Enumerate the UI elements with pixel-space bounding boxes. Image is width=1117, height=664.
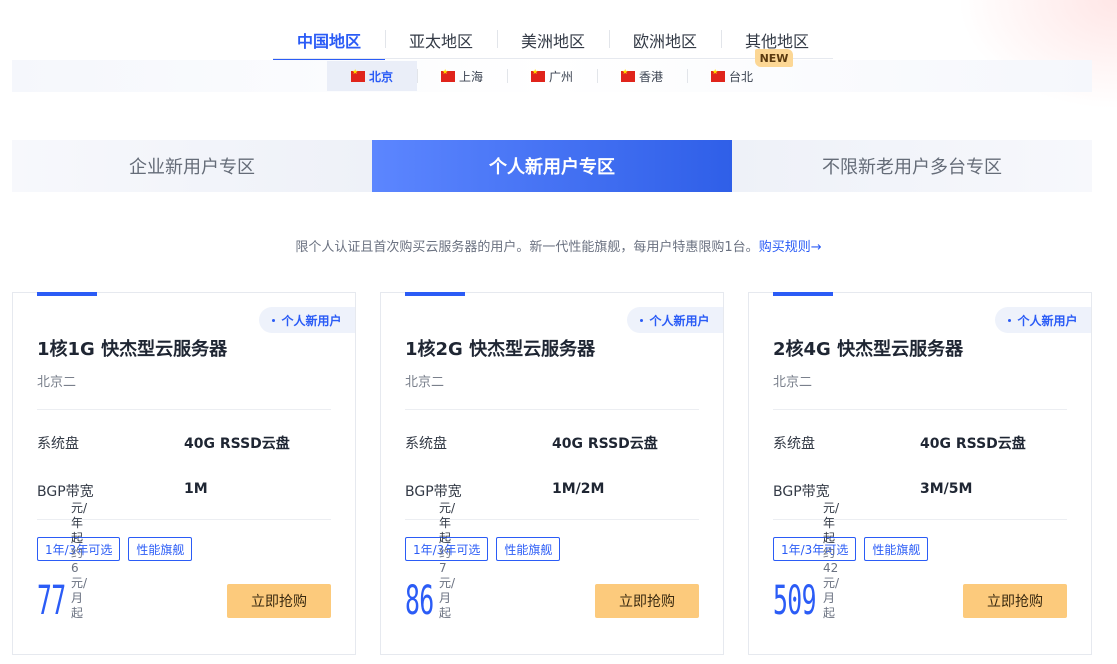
spec-value-bandwidth: 3M/5M <box>920 481 973 497</box>
spec-value-bandwidth: 1M/2M <box>552 481 605 497</box>
price-meta: 元/年起 约42元/月起 <box>823 501 842 621</box>
china-flag-icon <box>440 68 455 82</box>
buy-now-button[interactable]: 立即抢购 <box>963 584 1067 618</box>
price-unit: 元/年起 <box>71 501 88 545</box>
dot-icon <box>1008 318 1012 322</box>
price-block: 86 元/年起 约7元/月起 <box>405 501 455 624</box>
price-monthly: 约6元/月起 <box>71 546 88 620</box>
price-meta: 元/年起 约7元/月起 <box>439 501 455 621</box>
spec-label-bandwidth: BGP带宽 <box>773 484 830 500</box>
price-unit: 元/年起 <box>439 501 456 545</box>
spec-value-disk: 40G RSSD云盘 <box>552 436 658 452</box>
spec-label-disk: 系统盘 <box>773 436 815 452</box>
price-block: 509 元/年起 约42元/月起 <box>773 501 842 624</box>
card-divider <box>37 409 331 410</box>
region-tab-americas[interactable]: 美洲地区 <box>497 20 609 60</box>
city-tabs: 北京 上海 广州 香港 台北 <box>327 61 777 91</box>
price-block: 77 元/年起 约6元/月起 <box>37 501 87 624</box>
buy-now-button[interactable]: 立即抢购 <box>227 584 331 618</box>
notice-text: 限个人认证且首次购买云服务器的用户。新一代性能旗舰，每用户特惠限购1台。 <box>295 240 759 255</box>
china-flag-icon <box>350 68 365 82</box>
price-meta: 元/年起 约6元/月起 <box>71 501 87 621</box>
zone-tab-label: 个人新用户专区 <box>489 157 615 178</box>
card-region: 北京二 <box>37 375 77 390</box>
dot-icon <box>640 318 644 322</box>
tag-label: 个人新用户 <box>281 313 342 328</box>
card-region: 北京二 <box>405 375 445 390</box>
card-region: 北京二 <box>773 375 813 390</box>
buy-now-button[interactable]: 立即抢购 <box>595 584 699 618</box>
zone-tab-personal[interactable]: 个人新用户专区 <box>372 140 732 192</box>
personal-user-tag: 个人新用户 <box>995 307 1091 333</box>
china-flag-icon <box>530 68 545 82</box>
spec-label-disk: 系统盘 <box>405 436 447 452</box>
price-value: 86 <box>405 578 434 624</box>
tag-label: 个人新用户 <box>1017 313 1078 328</box>
price-monthly: 约42元/月起 <box>823 546 840 620</box>
product-card: 个人新用户 1核2G 快杰型云服务器 北京二 系统盘 40G RSSD云盘 BG… <box>380 292 724 655</box>
chip-performance: 性能旗舰 <box>128 537 193 561</box>
region-tab-china[interactable]: 中国地区 <box>273 20 385 60</box>
region-tab-label: 欧洲地区 <box>632 32 697 51</box>
card-title: 1核1G 快杰型云服务器 <box>37 339 228 360</box>
price-value: 509 <box>773 578 817 624</box>
region-tab-asia-pacific[interactable]: 亚太地区 <box>385 20 497 60</box>
china-flag-icon <box>620 68 635 82</box>
dot-icon <box>272 318 276 322</box>
feature-chips: 1年/3年可选 性能旗舰 <box>37 537 193 561</box>
city-label: 北京 <box>368 69 393 84</box>
product-card: 个人新用户 2核4G 快杰型云服务器 北京二 系统盘 40G RSSD云盘 BG… <box>748 292 1092 655</box>
chip-performance: 性能旗舰 <box>864 537 929 561</box>
card-divider <box>405 409 699 410</box>
corner-decoration <box>957 0 1117 110</box>
price-value: 77 <box>37 578 66 624</box>
feature-chips: 1年/3年可选 性能旗舰 <box>773 537 929 561</box>
region-tab-label: 亚太地区 <box>408 32 473 51</box>
tag-label: 个人新用户 <box>649 313 710 328</box>
city-label: 香港 <box>638 69 663 84</box>
spec-label-disk: 系统盘 <box>37 436 79 452</box>
card-accent-bar <box>37 292 97 296</box>
region-tabs-divider <box>273 58 833 59</box>
region-tabs: 中国地区 亚太地区 美洲地区 欧洲地区 其他地区 <box>273 20 833 60</box>
zone-tab-label: 不限新老用户多台专区 <box>822 157 1002 178</box>
city-label: 上海 <box>458 69 483 84</box>
zone-tab-unlimited[interactable]: 不限新老用户多台专区 <box>732 140 1092 192</box>
region-tab-label: 中国地区 <box>296 32 361 51</box>
region-tab-europe[interactable]: 欧洲地区 <box>609 20 721 60</box>
purchase-notice: 限个人认证且首次购买云服务器的用户。新一代性能旗舰，每用户特惠限购1台。购买规则… <box>0 236 1117 255</box>
product-card: 个人新用户 1核1G 快杰型云服务器 北京二 系统盘 40G RSSD云盘 BG… <box>12 292 356 655</box>
city-tab-shanghai[interactable]: 上海 <box>417 61 507 91</box>
spec-value-bandwidth: 1M <box>184 481 208 497</box>
price-monthly: 约7元/月起 <box>439 546 456 620</box>
chip-term: 1年/3年可选 <box>773 537 857 561</box>
purchase-rules-link[interactable]: 购买规则→ <box>759 240 822 255</box>
spec-label-bandwidth: BGP带宽 <box>405 484 462 500</box>
card-accent-bar <box>773 292 833 296</box>
personal-user-tag: 个人新用户 <box>259 307 355 333</box>
china-flag-icon <box>710 68 725 82</box>
city-tab-hongkong[interactable]: 香港 <box>597 61 687 91</box>
spec-label-bandwidth: BGP带宽 <box>37 484 94 500</box>
card-divider <box>773 519 1067 520</box>
city-tab-beijing[interactable]: 北京 <box>327 61 417 91</box>
feature-chips: 1年/3年可选 性能旗舰 <box>405 537 561 561</box>
price-unit: 元/年起 <box>823 501 840 545</box>
new-badge: NEW <box>755 49 793 67</box>
card-title: 1核2G 快杰型云服务器 <box>405 339 596 360</box>
chip-performance: 性能旗舰 <box>496 537 561 561</box>
card-divider <box>773 409 1067 410</box>
spec-value-disk: 40G RSSD云盘 <box>184 436 290 452</box>
card-title: 2核4G 快杰型云服务器 <box>773 339 964 360</box>
region-tab-label: 美洲地区 <box>520 32 585 51</box>
spec-value-disk: 40G RSSD云盘 <box>920 436 1026 452</box>
city-tab-guangzhou[interactable]: 广州 <box>507 61 597 91</box>
city-label: 广州 <box>548 69 573 84</box>
city-label: 台北 <box>728 69 753 84</box>
zone-tab-label: 企业新用户专区 <box>129 157 255 178</box>
zone-tabs: 企业新用户专区 个人新用户专区 不限新老用户多台专区 <box>12 140 1092 192</box>
card-accent-bar <box>405 292 465 296</box>
zone-tab-enterprise[interactable]: 企业新用户专区 <box>12 140 372 192</box>
personal-user-tag: 个人新用户 <box>627 307 723 333</box>
